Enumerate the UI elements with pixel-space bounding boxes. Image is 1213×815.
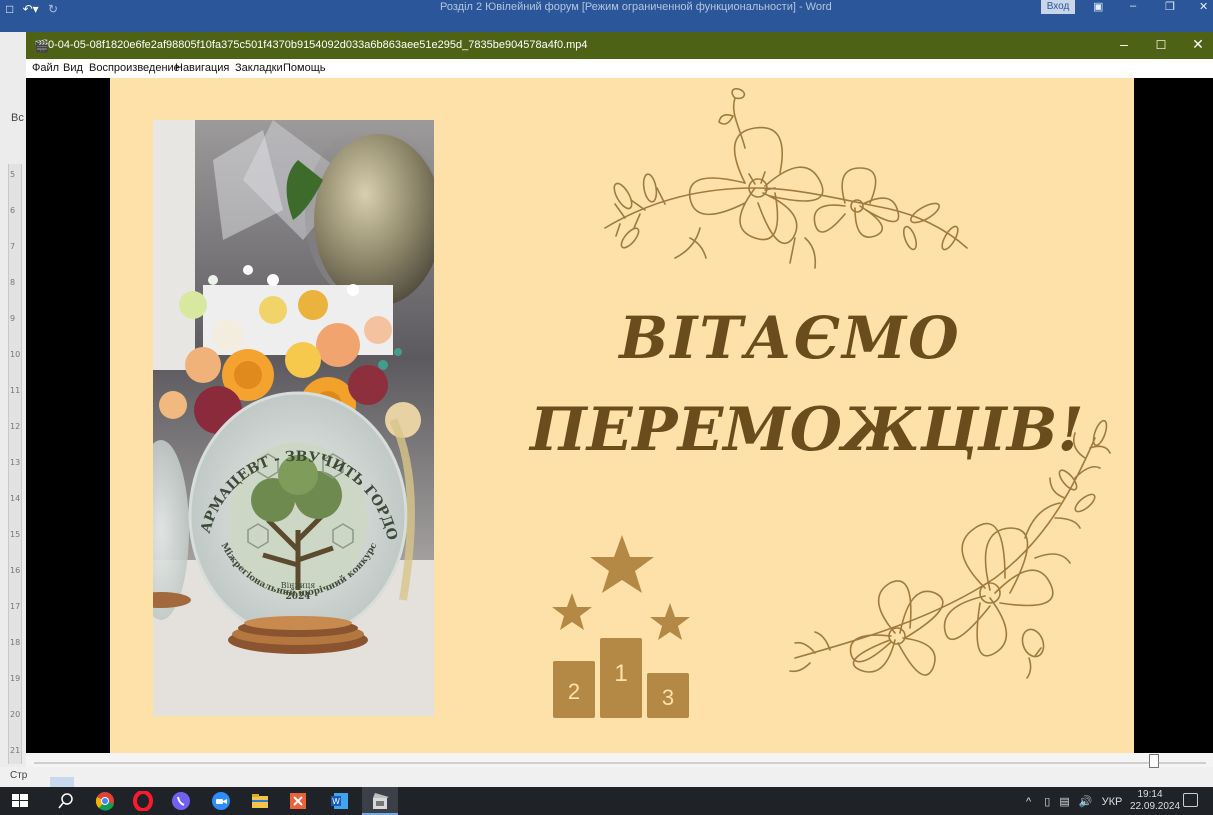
ruler-number: 20 [10,710,21,719]
floral-line-art-bottom [789,419,1111,679]
language-indicator[interactable]: УКР [1102,796,1123,808]
award-city: Вінниця [281,581,316,590]
word-minimize-icon[interactable]: – [1130,0,1136,12]
battery-icon[interactable]: ▯ [1044,796,1050,808]
page-indicator[interactable]: Стр [10,770,27,781]
ruler-number: 13 [10,458,21,467]
ruler-number: 18 [10,638,21,647]
search-icon[interactable] [56,791,76,811]
menu-navigation[interactable]: Навигация [175,62,229,74]
login-button[interactable]: Вход [1041,0,1075,14]
volume-icon[interactable]: 🔊 [1079,796,1093,808]
ruler-number: 21 [10,746,21,755]
podium-icon: 1 2 3 [552,535,690,718]
video-area[interactable]: ФАРМАЦЕВТ - ЗВУЧИТЬ ГОРДО! Міжрегіональн… [26,78,1213,753]
ruler-number: 7 [10,242,16,251]
network-icon[interactable]: ▤ [1059,796,1069,808]
viber-icon[interactable] [171,791,191,811]
seek-handle[interactable] [1149,754,1160,768]
system-tray: ^ ▯ ▤ 🔊 УКР [1026,795,1122,808]
taskbar-clock[interactable]: 19:14 22.09.2024 [1130,789,1181,813]
file-explorer-icon[interactable] [250,791,270,811]
menu-file[interactable]: Файл [32,62,59,74]
undo-icon[interactable]: ↶▾ [23,2,39,16]
chrome-icon[interactable] [95,791,115,811]
ruler-number: 14 [10,494,21,503]
player-menu-bar: Файл Вид Воспроизведение Навигация Закла… [26,59,1213,79]
ruler-number: 10 [10,350,21,359]
word-icon[interactable]: W [330,791,350,811]
media-player-taskbar-button[interactable] [362,787,398,815]
menu-help[interactable]: Помощь [283,62,326,74]
windows-taskbar: W ^ ▯ ▤ 🔊 УКР 19:14 22.09.2024 [0,787,1213,815]
ruler-number: 6 [10,206,16,215]
opera-icon[interactable] [133,791,153,811]
word-left-panel: Вс 5 6 7 8 9 10 11 12 13 14 15 16 17 18 … [0,32,26,787]
seek-track[interactable] [34,762,1206,764]
award-photo: ФАРМАЦЕВТ - ЗВУЧИТЬ ГОРДО! Міжрегіональн… [153,120,434,716]
ruler-number: 8 [10,278,16,287]
redo-icon[interactable]: ↻ [48,2,58,16]
menu-playback[interactable]: Воспроизведение [89,62,180,74]
ruler-number: 19 [10,674,21,683]
ruler-number: 12 [10,422,21,431]
podium-place-1: 1 [614,660,627,687]
seek-bar[interactable] [26,753,1213,768]
ruler-number: 11 [10,386,21,395]
ruler-number: 15 [10,530,21,539]
ribbon-display-icon[interactable]: ▣ [1093,0,1103,13]
word-close-icon[interactable]: ✕ [1199,0,1208,13]
close-icon[interactable]: ✕ [1186,36,1210,53]
video-frame: ФАРМАЦЕВТ - ЗВУЧИТЬ ГОРДО! Міжрегіональн… [110,78,1134,753]
word-restore-icon[interactable]: ❐ [1165,0,1175,13]
ruler-number: 16 [10,566,21,575]
reader-icon[interactable] [288,791,308,811]
svg-text:W: W [332,797,340,806]
floral-line-art-top [604,88,968,269]
status-highlight [50,777,74,787]
menu-bookmarks[interactable]: Закладки [235,62,283,74]
video-filename: 0-04-05-08f1820e6fe2af98805f10fa375c501f… [48,39,588,51]
clock-time: 19:14 [1137,789,1163,800]
vertical-ruler: 5 6 7 8 9 10 11 12 13 14 15 16 17 18 19 … [8,164,22,764]
award-year: 2024 [285,592,310,602]
media-player-window: 🎬 0-04-05-08f1820e6fe2af98805f10fa375c50… [26,32,1213,768]
menu-view[interactable]: Вид [63,62,83,74]
clapperboard-icon: 🎬 [34,39,49,53]
windows-start-icon[interactable] [10,791,30,811]
award-photo-image: ФАРМАЦЕВТ - ЗВУЧИТЬ ГОРДО! Міжрегіональн… [153,120,434,716]
media-player-icon [373,793,389,809]
word-status-bar: Стр [0,767,1213,787]
zoom-icon[interactable] [211,791,231,811]
quick-access-toolbar: □ ↶▾ ↻ [6,2,58,16]
notification-icon[interactable] [1183,793,1198,807]
chevron-up-icon[interactable]: ^ [1026,796,1031,808]
podium-place-3: 3 [662,685,674,710]
word-document-title: Розділ 2 Ювілейний форум [Режим ограниче… [440,1,832,13]
ruler-number: 9 [10,314,16,323]
clock-date: 22.09.2024 [1130,801,1181,812]
ruler-number: 17 [10,602,21,611]
podium-place-2: 2 [568,679,580,704]
ruler-number: 5 [10,170,16,179]
headline-line-1: ВІТАЄМО [619,304,961,372]
ribbon-tab-partial[interactable]: Вс [11,112,24,124]
minimize-icon[interactable]: – [1112,36,1136,52]
save-icon[interactable]: □ [6,2,13,16]
word-title-bar: □ ↶▾ ↻ Розділ 2 Ювілейний форум [Режим о… [0,0,1213,32]
maximize-icon[interactable]: ☐ [1149,38,1173,52]
player-title-bar[interactable]: 🎬 0-04-05-08f1820e6fe2af98805f10fa375c50… [26,32,1213,59]
